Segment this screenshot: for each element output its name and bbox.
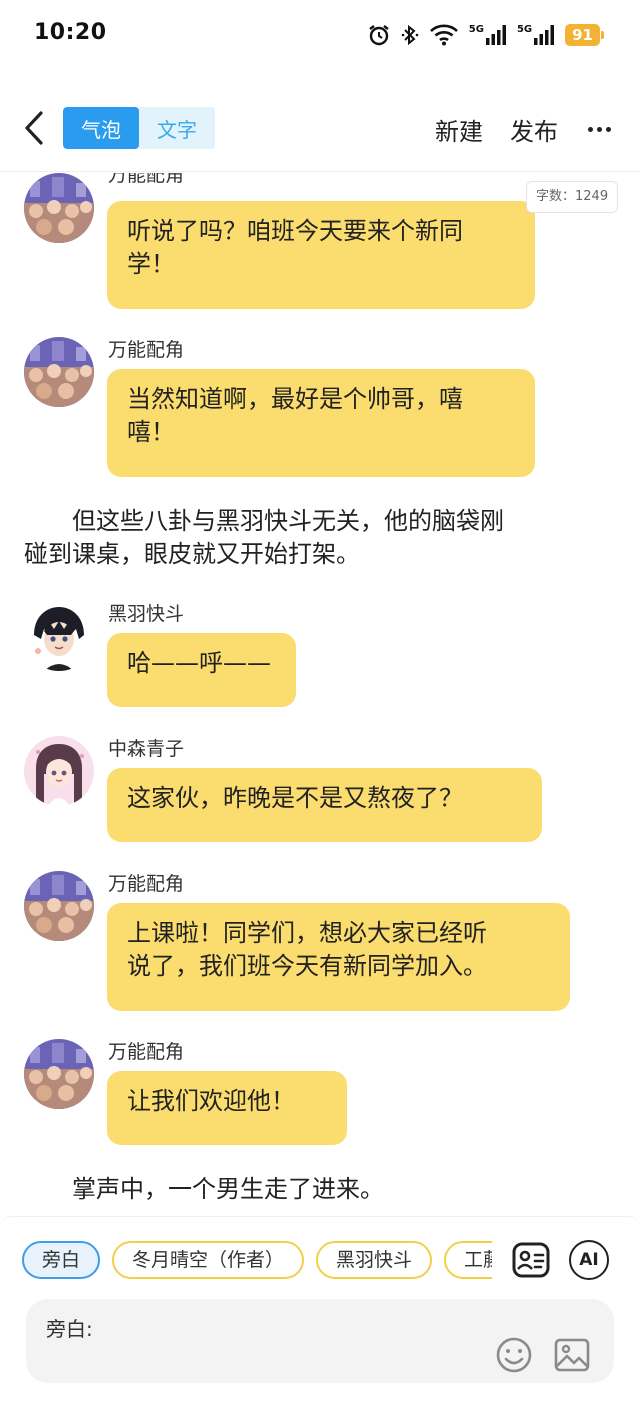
avatar-nakamori-aoko[interactable] — [24, 736, 94, 806]
composer-panel: 旁白冬月晴空（作者） 黑羽快斗工藤 AI 旁白: — [0, 1216, 640, 1408]
image-icon — [554, 1338, 590, 1372]
bubble-text-line: 嘻！ — [127, 418, 175, 446]
bubble-text-line: 让我们欢迎他！ — [127, 1087, 295, 1115]
speaker-name: 中森青子 — [108, 738, 185, 760]
more-dot — [596, 126, 602, 132]
narration-line: 但这些八卦与黑羽快斗无关，他的脑袋刚 — [24, 507, 504, 535]
avatar-crowd[interactable] — [24, 871, 94, 941]
status-icons: 5G 5G 91 — [367, 22, 604, 48]
more-options-button[interactable] — [582, 114, 616, 144]
contact-card-icon — [512, 1242, 550, 1278]
chat-bubble[interactable]: 上课啦！同学们，想必大家已经听 说了，我们班今天有新同学加入。 — [107, 903, 570, 1011]
image-button[interactable] — [552, 1335, 592, 1375]
narration-text[interactable]: 但这些八卦与黑羽快斗无关，他的脑袋刚 碰到课桌，眼皮就又开始打架。 — [24, 505, 599, 571]
role-chip-author[interactable]: 冬月晴空（作者） — [112, 1241, 305, 1279]
narration-text[interactable]: 掌声中，一个男生走了进来。 — [24, 1173, 599, 1206]
view-mode-toggle: 气泡 文字 — [63, 107, 215, 149]
top-toolbar: 气泡 文字 新建 发布 — [0, 88, 640, 172]
avatar-crowd[interactable] — [24, 337, 94, 407]
wifi-icon — [429, 24, 459, 46]
chevron-left-icon — [25, 111, 43, 145]
role-chip-kudo[interactable]: 工藤 — [444, 1241, 492, 1279]
signal-icon: 5G — [469, 24, 507, 46]
chat-bubble[interactable]: 这家伙，昨晚是不是又熬夜了？ — [107, 768, 542, 842]
role-chip-narrator[interactable]: 旁白 — [22, 1241, 101, 1279]
composer-input-box: 旁白: — [26, 1299, 614, 1383]
chat-area[interactable]: 万能配角 听说了吗？咱班今天要来个新同 学！ 字数：1249 万能配角 当然知道… — [0, 173, 640, 1218]
avatar-kuroba-kaito[interactable] — [24, 601, 94, 671]
ai-icon: AI — [569, 1240, 609, 1280]
composer-role-label: 旁白: — [46, 1317, 93, 1341]
more-dot — [587, 126, 593, 132]
battery-icon: 91 — [565, 24, 604, 46]
bubble-text-line: 听说了吗？咱班今天要来个新同 — [127, 217, 463, 245]
emoji-button[interactable] — [494, 1335, 534, 1375]
signal-label: 5G — [516, 23, 533, 35]
speaker-name: 万能配角 — [108, 173, 185, 186]
speaker-name: 万能配角 — [108, 1041, 185, 1063]
signal-icon: 5G — [517, 24, 555, 46]
role-chip-kuroba-kaito[interactable]: 黑羽快斗 — [316, 1241, 433, 1279]
signal-label: 5G — [468, 23, 484, 35]
word-count-badge: 字数：1249 — [526, 181, 619, 213]
chat-bubble[interactable]: 让我们欢迎他！ — [107, 1071, 347, 1145]
bubble-text-line: 这家伙，昨晚是不是又熬夜了？ — [127, 784, 463, 812]
chat-bubble[interactable]: 当然知道啊，最好是个帅哥，嘻 嘻！ — [107, 369, 535, 477]
status-bar: 10:20 5G 5G 91 — [0, 0, 640, 70]
bubble-text-line: 上课啦！同学们，想必大家已经听 — [127, 919, 487, 947]
new-button[interactable]: 新建 — [435, 112, 483, 147]
chat-bubble[interactable]: 听说了吗？咱班今天要来个新同 学！ — [107, 201, 535, 309]
role-list-button[interactable] — [510, 1239, 552, 1281]
bubble-text-line: 学！ — [127, 250, 175, 278]
message-input[interactable] — [108, 1309, 478, 1341]
avatar-crowd[interactable] — [24, 173, 94, 243]
more-dot — [605, 126, 611, 132]
bubble-text-line: 说了，我们班今天有新同学加入。 — [127, 952, 487, 980]
narration-line: 掌声中，一个男生走了进来。 — [24, 1175, 384, 1203]
smiley-icon — [496, 1337, 532, 1373]
speaker-name: 万能配角 — [108, 339, 185, 361]
chat-bubble[interactable]: 哈——呼—— — [107, 633, 296, 707]
bluetooth-icon — [401, 23, 419, 47]
bubble-text-line: 哈——呼—— — [127, 649, 271, 677]
status-time: 10:20 — [34, 20, 107, 45]
back-button[interactable] — [14, 108, 54, 148]
tab-text[interactable]: 文字 — [139, 107, 215, 149]
alarm-icon — [367, 23, 391, 47]
role-selector: 旁白冬月晴空（作者） 黑羽快斗工藤 — [22, 1241, 492, 1281]
avatar-crowd[interactable] — [24, 1039, 94, 1109]
speaker-name: 万能配角 — [108, 873, 185, 895]
bubble-text-line: 当然知道啊，最好是个帅哥，嘻 — [127, 385, 463, 413]
publish-button[interactable]: 发布 — [510, 112, 558, 147]
speaker-name: 黑羽快斗 — [108, 603, 185, 625]
narration-line: 碰到课桌，眼皮就又开始打架。 — [24, 540, 360, 568]
tab-bubble[interactable]: 气泡 — [63, 107, 139, 149]
ai-button[interactable]: AI — [568, 1239, 610, 1281]
